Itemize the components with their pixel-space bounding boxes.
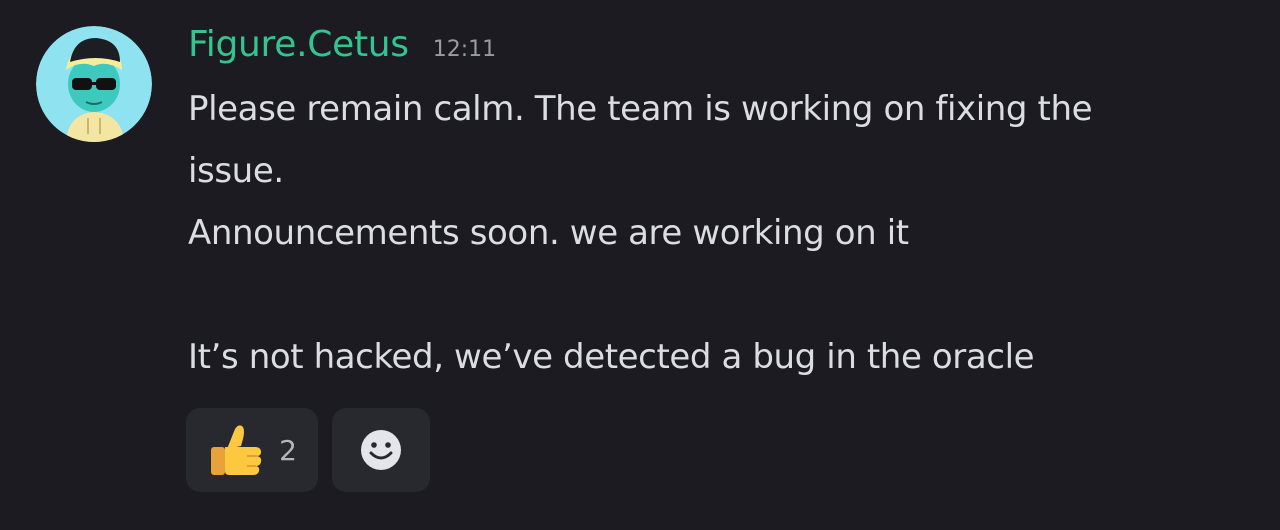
author-username[interactable]: Figure.Cetus: [188, 24, 409, 65]
message-line: Please remain calm. The team is working …: [188, 89, 1093, 129]
message-line: [188, 264, 1248, 326]
message-content: Please remain calm. The team is working …: [188, 78, 1248, 388]
chat-message: Figure.Cetus 12:11 Please remain calm. T…: [0, 0, 1280, 530]
thumbs-up-icon: [211, 425, 262, 475]
reaction-count: 2: [279, 433, 297, 467]
thumbs-up-reaction[interactable]: 2: [186, 408, 318, 492]
message-line: issue.: [188, 151, 284, 191]
add-reaction-button[interactable]: [332, 408, 430, 492]
user-avatar[interactable]: [36, 26, 152, 142]
avatar-icon: [36, 26, 152, 142]
smiley-add-reaction-icon: [361, 430, 401, 470]
reaction-bar: 2: [186, 408, 430, 492]
message-line: Announcements soon. we are working on it: [188, 213, 909, 253]
message-line: It’s not hacked, we’ve detected a bug in…: [188, 337, 1035, 377]
message-timestamp[interactable]: 12:11: [433, 37, 496, 62]
message-header: Figure.Cetus 12:11: [188, 24, 496, 74]
